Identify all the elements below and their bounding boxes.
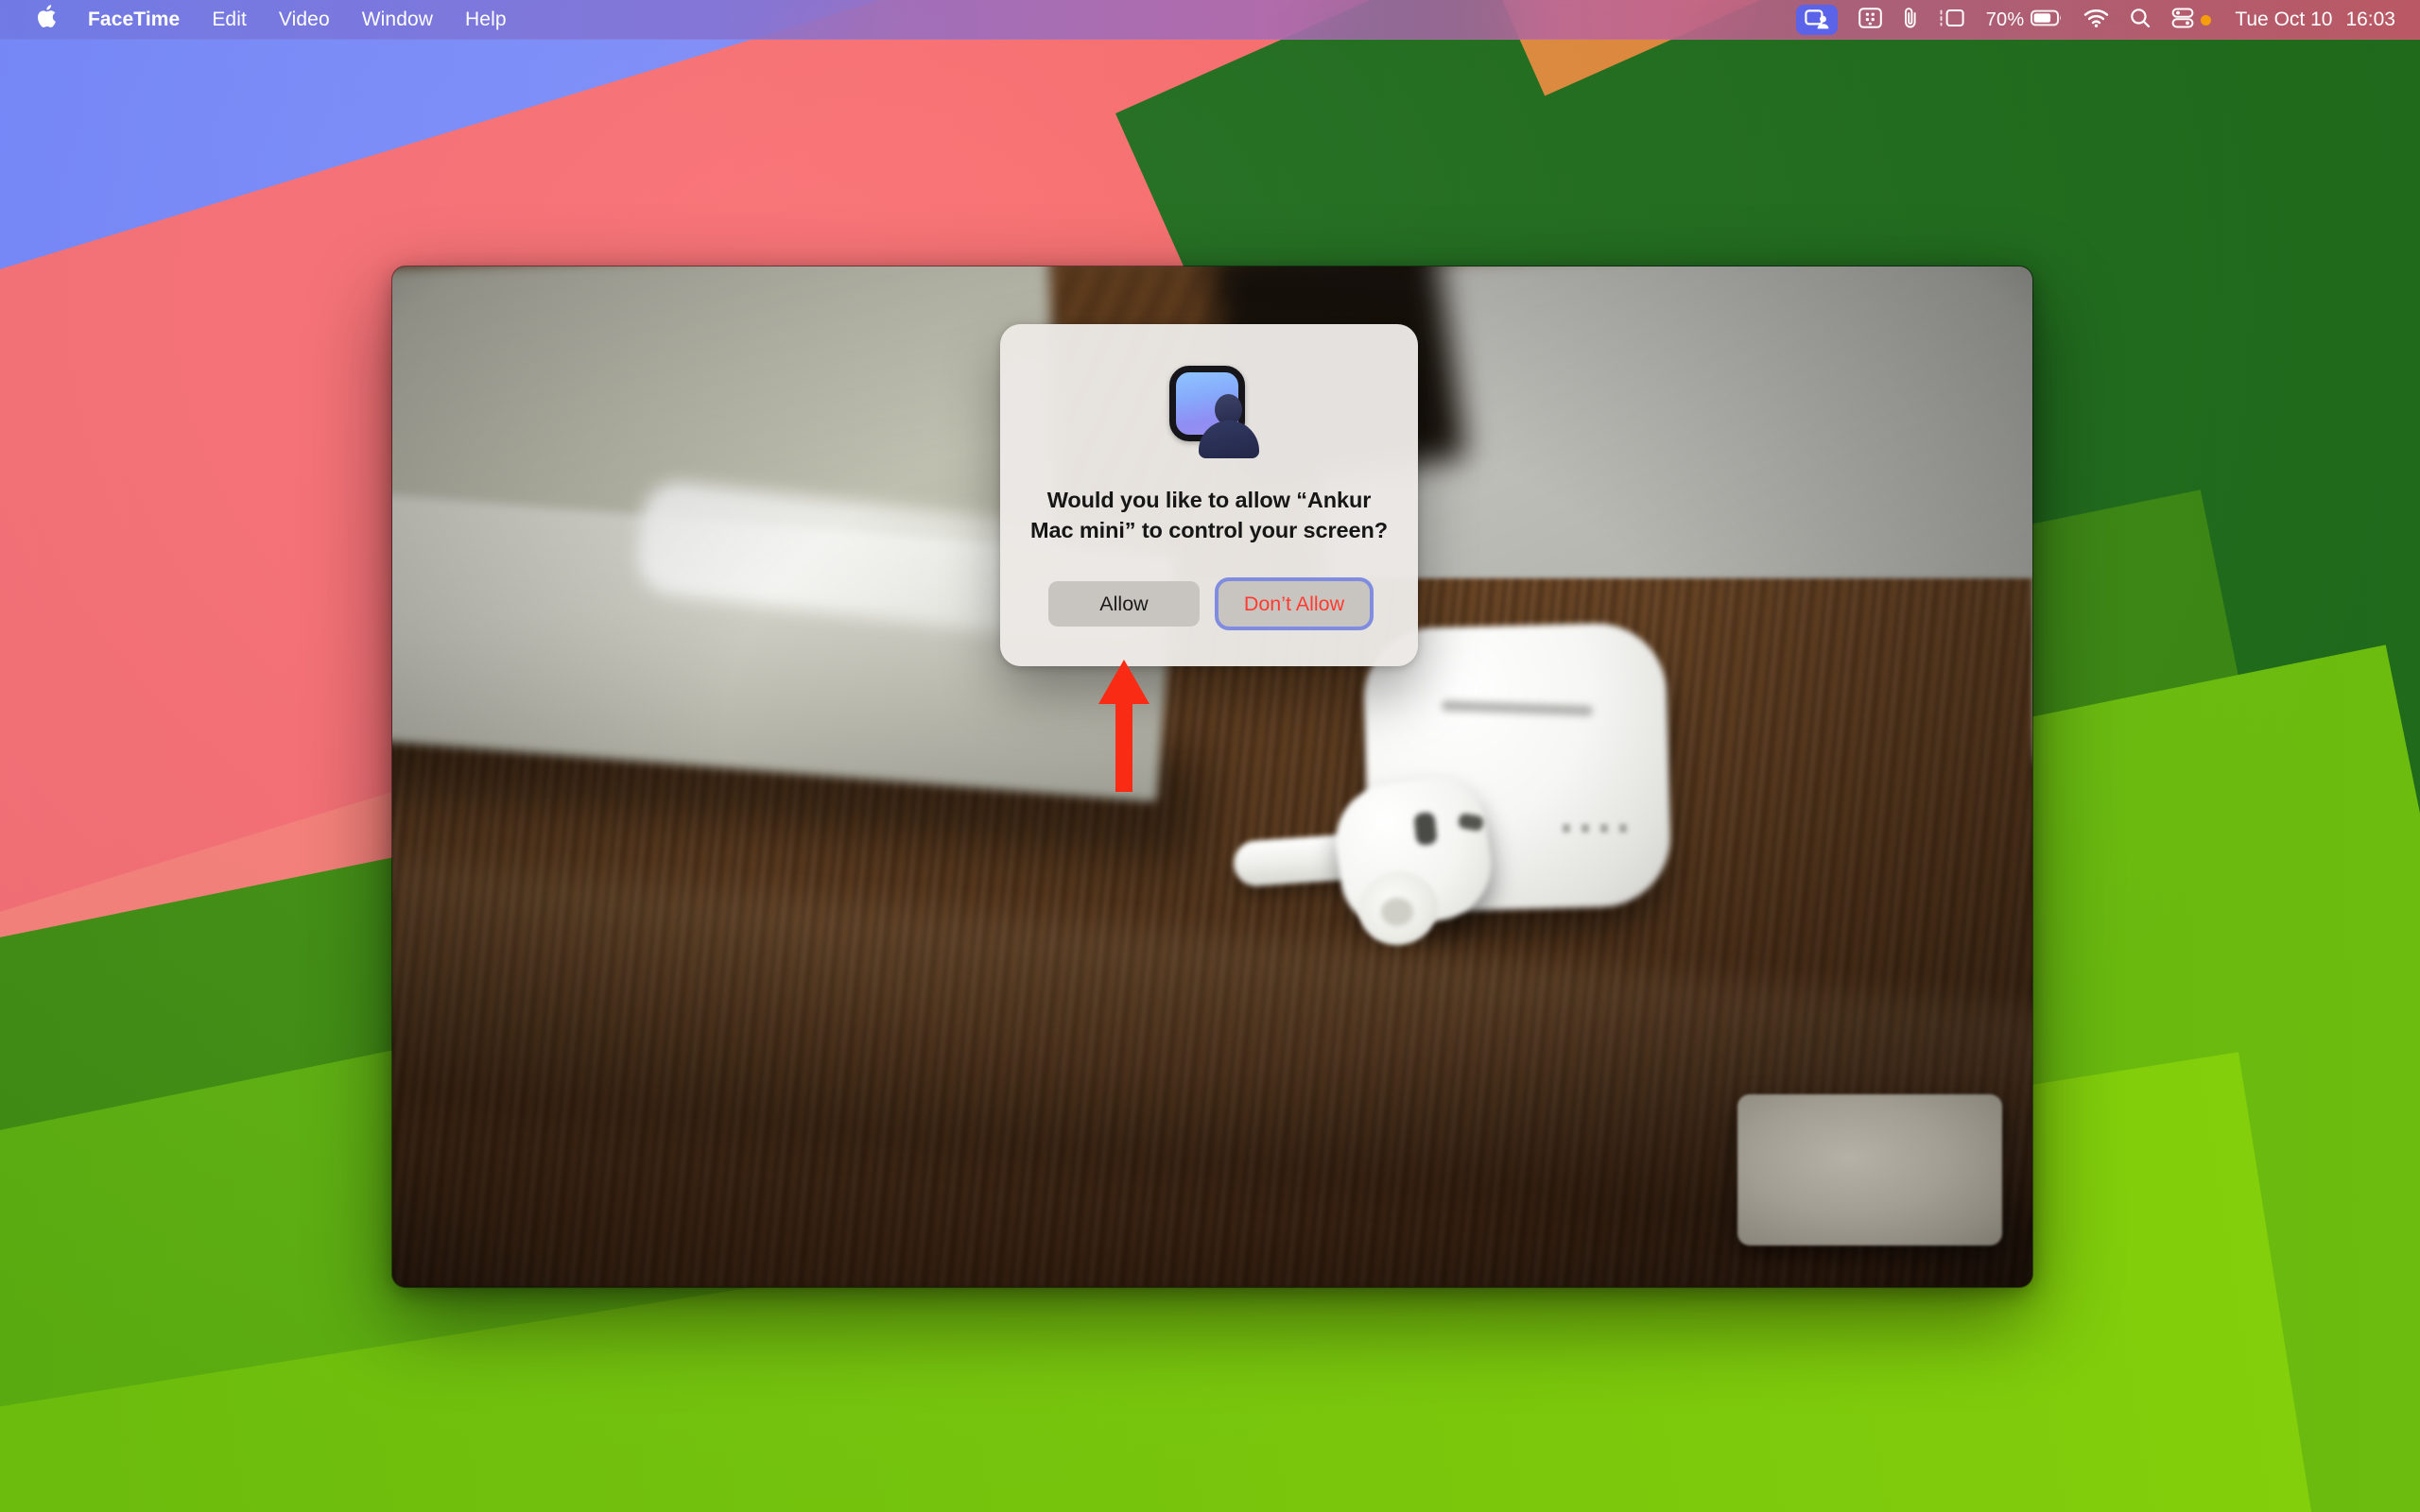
menu-bar-status-items: 70% Tue Oct 10 16:03 — [1786, 0, 2420, 40]
status-spotlight[interactable] — [2119, 0, 2161, 40]
stage-manager-icon — [1858, 7, 1882, 33]
video-airpod-tip-hole — [1381, 898, 1413, 926]
status-clock[interactable]: Tue Oct 10 16:03 — [2221, 9, 2399, 31]
clock-time-label: 16:03 — [2345, 9, 2395, 30]
menu-item-edit-label: Edit — [212, 9, 247, 30]
battery-icon — [2031, 9, 2063, 32]
menu-item-window[interactable]: Window — [346, 0, 449, 40]
video-airpods-case-vents — [1563, 824, 1634, 833]
wifi-icon — [2083, 9, 2109, 32]
red-arrow-annotation — [1097, 660, 1151, 792]
permission-dialog-buttons: Allow Don’t Allow — [1048, 581, 1370, 627]
allow-button[interactable]: Allow — [1048, 581, 1200, 627]
menu-item-video[interactable]: Video — [263, 0, 346, 40]
search-icon — [2130, 8, 2151, 33]
permission-dialog-message: Would you like to allow “Ankur Mac mini”… — [1030, 488, 1388, 543]
apple-logo-icon — [36, 4, 57, 33]
status-control-center[interactable] — [2161, 0, 2221, 40]
picture-in-picture-self-view[interactable] — [1737, 1094, 2002, 1246]
battery-percent-label: 70% — [1985, 9, 2025, 30]
screen-sharing-active-icon — [1795, 5, 1838, 35]
microphone-in-use-dot — [2201, 14, 2212, 26]
status-stage-manager[interactable] — [1848, 0, 1893, 40]
split-view-icon — [1939, 9, 1965, 32]
menu-item-edit[interactable]: Edit — [196, 0, 263, 40]
screen-sharing-permission-icon — [1160, 366, 1259, 458]
video-airpod-mesh — [1413, 811, 1438, 847]
menu-item-facetime-label: FaceTime — [88, 9, 181, 30]
control-center-icon — [2171, 8, 2194, 33]
menu-item-help-label: Help — [465, 9, 507, 30]
status-screen-sharing[interactable] — [1786, 0, 1848, 40]
menu-item-video-label: Video — [278, 9, 330, 30]
menu-item-window-label: Window — [361, 9, 434, 30]
screen-control-permission-dialog: Would you like to allow “Ankur Mac mini”… — [1000, 324, 1418, 666]
status-battery[interactable]: 70% — [1976, 0, 2074, 40]
dont-allow-button[interactable]: Don’t Allow — [1219, 581, 1370, 627]
status-attachment[interactable] — [1893, 0, 1928, 40]
status-window-layout[interactable] — [1928, 0, 1976, 40]
menu-item-help[interactable]: Help — [449, 0, 523, 40]
menu-bar-app-menus: FaceTime Edit Video Window Help — [0, 0, 523, 40]
status-wifi[interactable] — [2073, 0, 2119, 40]
clock-date-label: Tue Oct 10 — [2235, 9, 2333, 30]
paperclip-icon — [1903, 7, 1918, 34]
apple-menu[interactable] — [21, 0, 72, 40]
menu-item-facetime[interactable]: FaceTime — [72, 0, 196, 40]
menu-bar: FaceTime Edit Video Window Help 70% Tue … — [0, 0, 2420, 40]
